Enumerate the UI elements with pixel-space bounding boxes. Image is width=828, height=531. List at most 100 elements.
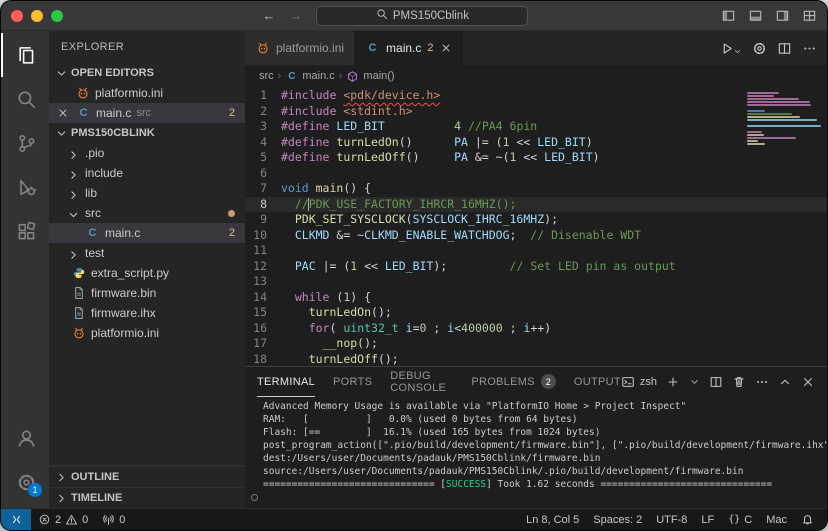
line-number[interactable]: 15 <box>245 305 281 321</box>
eol[interactable]: LF <box>694 509 721 530</box>
more-actions-button[interactable] <box>802 41 817 56</box>
code-line-15[interactable]: 15 turnLedOn(); <box>245 305 827 321</box>
minimap[interactable] <box>743 89 825 149</box>
split-editor-button[interactable] <box>777 41 792 56</box>
close-editor-button[interactable] <box>55 107 71 119</box>
tab-platformio.ini[interactable]: platformio.ini <box>245 31 355 65</box>
code-line-18[interactable]: 18 turnLedOff(); <box>245 352 827 367</box>
cursor-position[interactable]: Ln 8, Col 5 <box>519 509 586 530</box>
back-button[interactable]: ← <box>262 8 275 23</box>
maximize-panel-button[interactable] <box>778 375 792 389</box>
new-terminal-button[interactable] <box>666 375 680 389</box>
tree-item-src[interactable]: src <box>49 203 245 223</box>
activity-account-button[interactable] <box>1 416 49 460</box>
tab-main.c[interactable]: C main.c 2 <box>355 31 462 65</box>
notifications-button[interactable] <box>794 509 821 530</box>
code-line-7[interactable]: 7 void main() { <box>245 181 827 197</box>
keymap[interactable]: Mac <box>759 509 794 530</box>
tree-item-.pio[interactable]: .pio <box>49 143 245 163</box>
configure-button[interactable] <box>752 41 767 56</box>
tree-item-firmware.bin[interactable]: firmware.bin <box>49 283 245 303</box>
line-number[interactable]: 5 <box>245 150 281 166</box>
line-number[interactable]: 18 <box>245 352 281 367</box>
activity-settings-button[interactable]: 1 <box>1 460 49 504</box>
breadcrumb-src[interactable]: src <box>259 70 274 82</box>
open-editors-section[interactable]: OPEN EDITORS <box>49 63 245 83</box>
terminal-prompt[interactable]: (base) user@Mac-Book-Pro-16 PMS150Cblink… <box>263 491 819 508</box>
toggle-sidebar-button[interactable] <box>721 8 736 23</box>
forward-button[interactable]: → <box>289 8 302 23</box>
open-editor-platformio.ini[interactable]: platformio.ini <box>49 83 245 103</box>
code-line-12[interactable]: 12 PAC |= (1 << LED_BIT); // Set LED pin… <box>245 259 827 275</box>
code-line-9[interactable]: 9 PDK_SET_SYSCLOCK(SYSCLOCK_IHRC_16MHZ); <box>245 212 827 228</box>
code-line-6[interactable]: 6 <box>245 166 827 182</box>
project-root[interactable]: PMS150CBLINK <box>49 123 245 143</box>
code-line-14[interactable]: 14 while (1) { <box>245 290 827 306</box>
language-mode[interactable]: {}C <box>721 509 759 530</box>
close-tab-button[interactable] <box>440 42 452 54</box>
line-number[interactable]: 9 <box>245 212 281 228</box>
activity-search-button[interactable] <box>1 77 49 121</box>
code-line-8[interactable]: 8 //PDK_USE_FACTORY_IHRCR_16MHZ(); <box>245 197 827 213</box>
line-number[interactable]: 17 <box>245 336 281 352</box>
outline-section[interactable]: OUTLINE <box>49 466 245 487</box>
code-line-13[interactable]: 13 <box>245 274 827 290</box>
tree-item-extra_script.py[interactable]: extra_script.py <box>49 263 245 283</box>
code-line-5[interactable]: 5 #define turnLedOff() PA &= ~(1 << LED_… <box>245 150 827 166</box>
line-number[interactable]: 16 <box>245 321 281 337</box>
activity-explorer-button[interactable] <box>1 33 49 77</box>
activity-run-debug-button[interactable] <box>1 165 49 209</box>
toggle-secondary-sidebar-button[interactable] <box>775 8 790 23</box>
kill-terminal-button[interactable] <box>732 375 746 389</box>
breadcrumb-main()[interactable]: main() <box>346 70 394 83</box>
minimize-window-button[interactable] <box>31 10 43 22</box>
line-number[interactable]: 10 <box>245 228 281 244</box>
encoding[interactable]: UTF-8 <box>649 509 694 530</box>
panel-tab-debug-console[interactable]: DEBUG CONSOLE <box>390 367 453 397</box>
code-line-11[interactable]: 11 <box>245 243 827 259</box>
line-number[interactable]: 11 <box>245 243 281 259</box>
line-number[interactable]: 12 <box>245 259 281 275</box>
panel-tab-output[interactable]: OUTPUT <box>574 367 621 397</box>
terminal-output[interactable]: Advanced Memory Usage is available via "… <box>245 397 827 508</box>
code-line-10[interactable]: 10 CLKMD &= ~CLKMD_ENABLE_WATCHDOG; // D… <box>245 228 827 244</box>
line-number[interactable]: 4 <box>245 135 281 151</box>
activity-source-control-button[interactable] <box>1 121 49 165</box>
customize-layout-button[interactable] <box>802 8 817 23</box>
tree-item-test[interactable]: test <box>49 243 245 263</box>
line-number[interactable]: 7 <box>245 181 281 197</box>
run-file-button[interactable] <box>720 41 742 56</box>
tree-item-platformio.ini[interactable]: platformio.ini <box>49 323 245 343</box>
line-number[interactable]: 6 <box>245 166 281 182</box>
close-window-button[interactable] <box>11 10 23 22</box>
code-editor[interactable]: 1 #include <pdk/device.h> 2 #include <st… <box>245 87 827 366</box>
line-number[interactable]: 14 <box>245 290 281 306</box>
tree-item-include[interactable]: include <box>49 163 245 183</box>
code-line-17[interactable]: 17 __nop(); <box>245 336 827 352</box>
panel-tab-problems[interactable]: PROBLEMS 2 <box>471 367 556 397</box>
problems-status[interactable]: 2 0 <box>31 509 95 530</box>
code-line-2[interactable]: 2 #include <stdint.h> <box>245 104 827 120</box>
line-number[interactable]: 8 <box>245 197 281 213</box>
shell-selector[interactable]: zsh <box>621 375 657 389</box>
timeline-section[interactable]: TIMELINE <box>49 487 245 508</box>
toggle-panel-button[interactable] <box>748 8 763 23</box>
zoom-window-button[interactable] <box>51 10 63 22</box>
line-number[interactable]: 3 <box>245 119 281 135</box>
code-line-1[interactable]: 1 #include <pdk/device.h> <box>245 88 827 104</box>
open-editor-main.c[interactable]: C main.c src 2 <box>49 103 245 123</box>
tree-item-firmware.ihx[interactable]: firmware.ihx <box>49 303 245 323</box>
panel-more-button[interactable] <box>755 375 769 389</box>
line-number[interactable]: 13 <box>245 274 281 290</box>
panel-tab-ports[interactable]: PORTS <box>333 367 372 397</box>
indentation[interactable]: Spaces: 2 <box>586 509 649 530</box>
tree-item-lib[interactable]: lib <box>49 183 245 203</box>
command-center-search[interactable]: PMS150Cblink <box>316 6 528 26</box>
close-panel-button[interactable] <box>801 375 815 389</box>
breadcrumb-main.c[interactable]: Cmain.c <box>285 70 334 83</box>
panel-tab-terminal[interactable]: TERMINAL <box>257 367 315 397</box>
remote-indicator[interactable] <box>1 509 31 530</box>
split-terminal-button[interactable] <box>709 375 723 389</box>
line-number[interactable]: 1 <box>245 88 281 104</box>
ports-status[interactable]: 0 <box>95 509 132 530</box>
